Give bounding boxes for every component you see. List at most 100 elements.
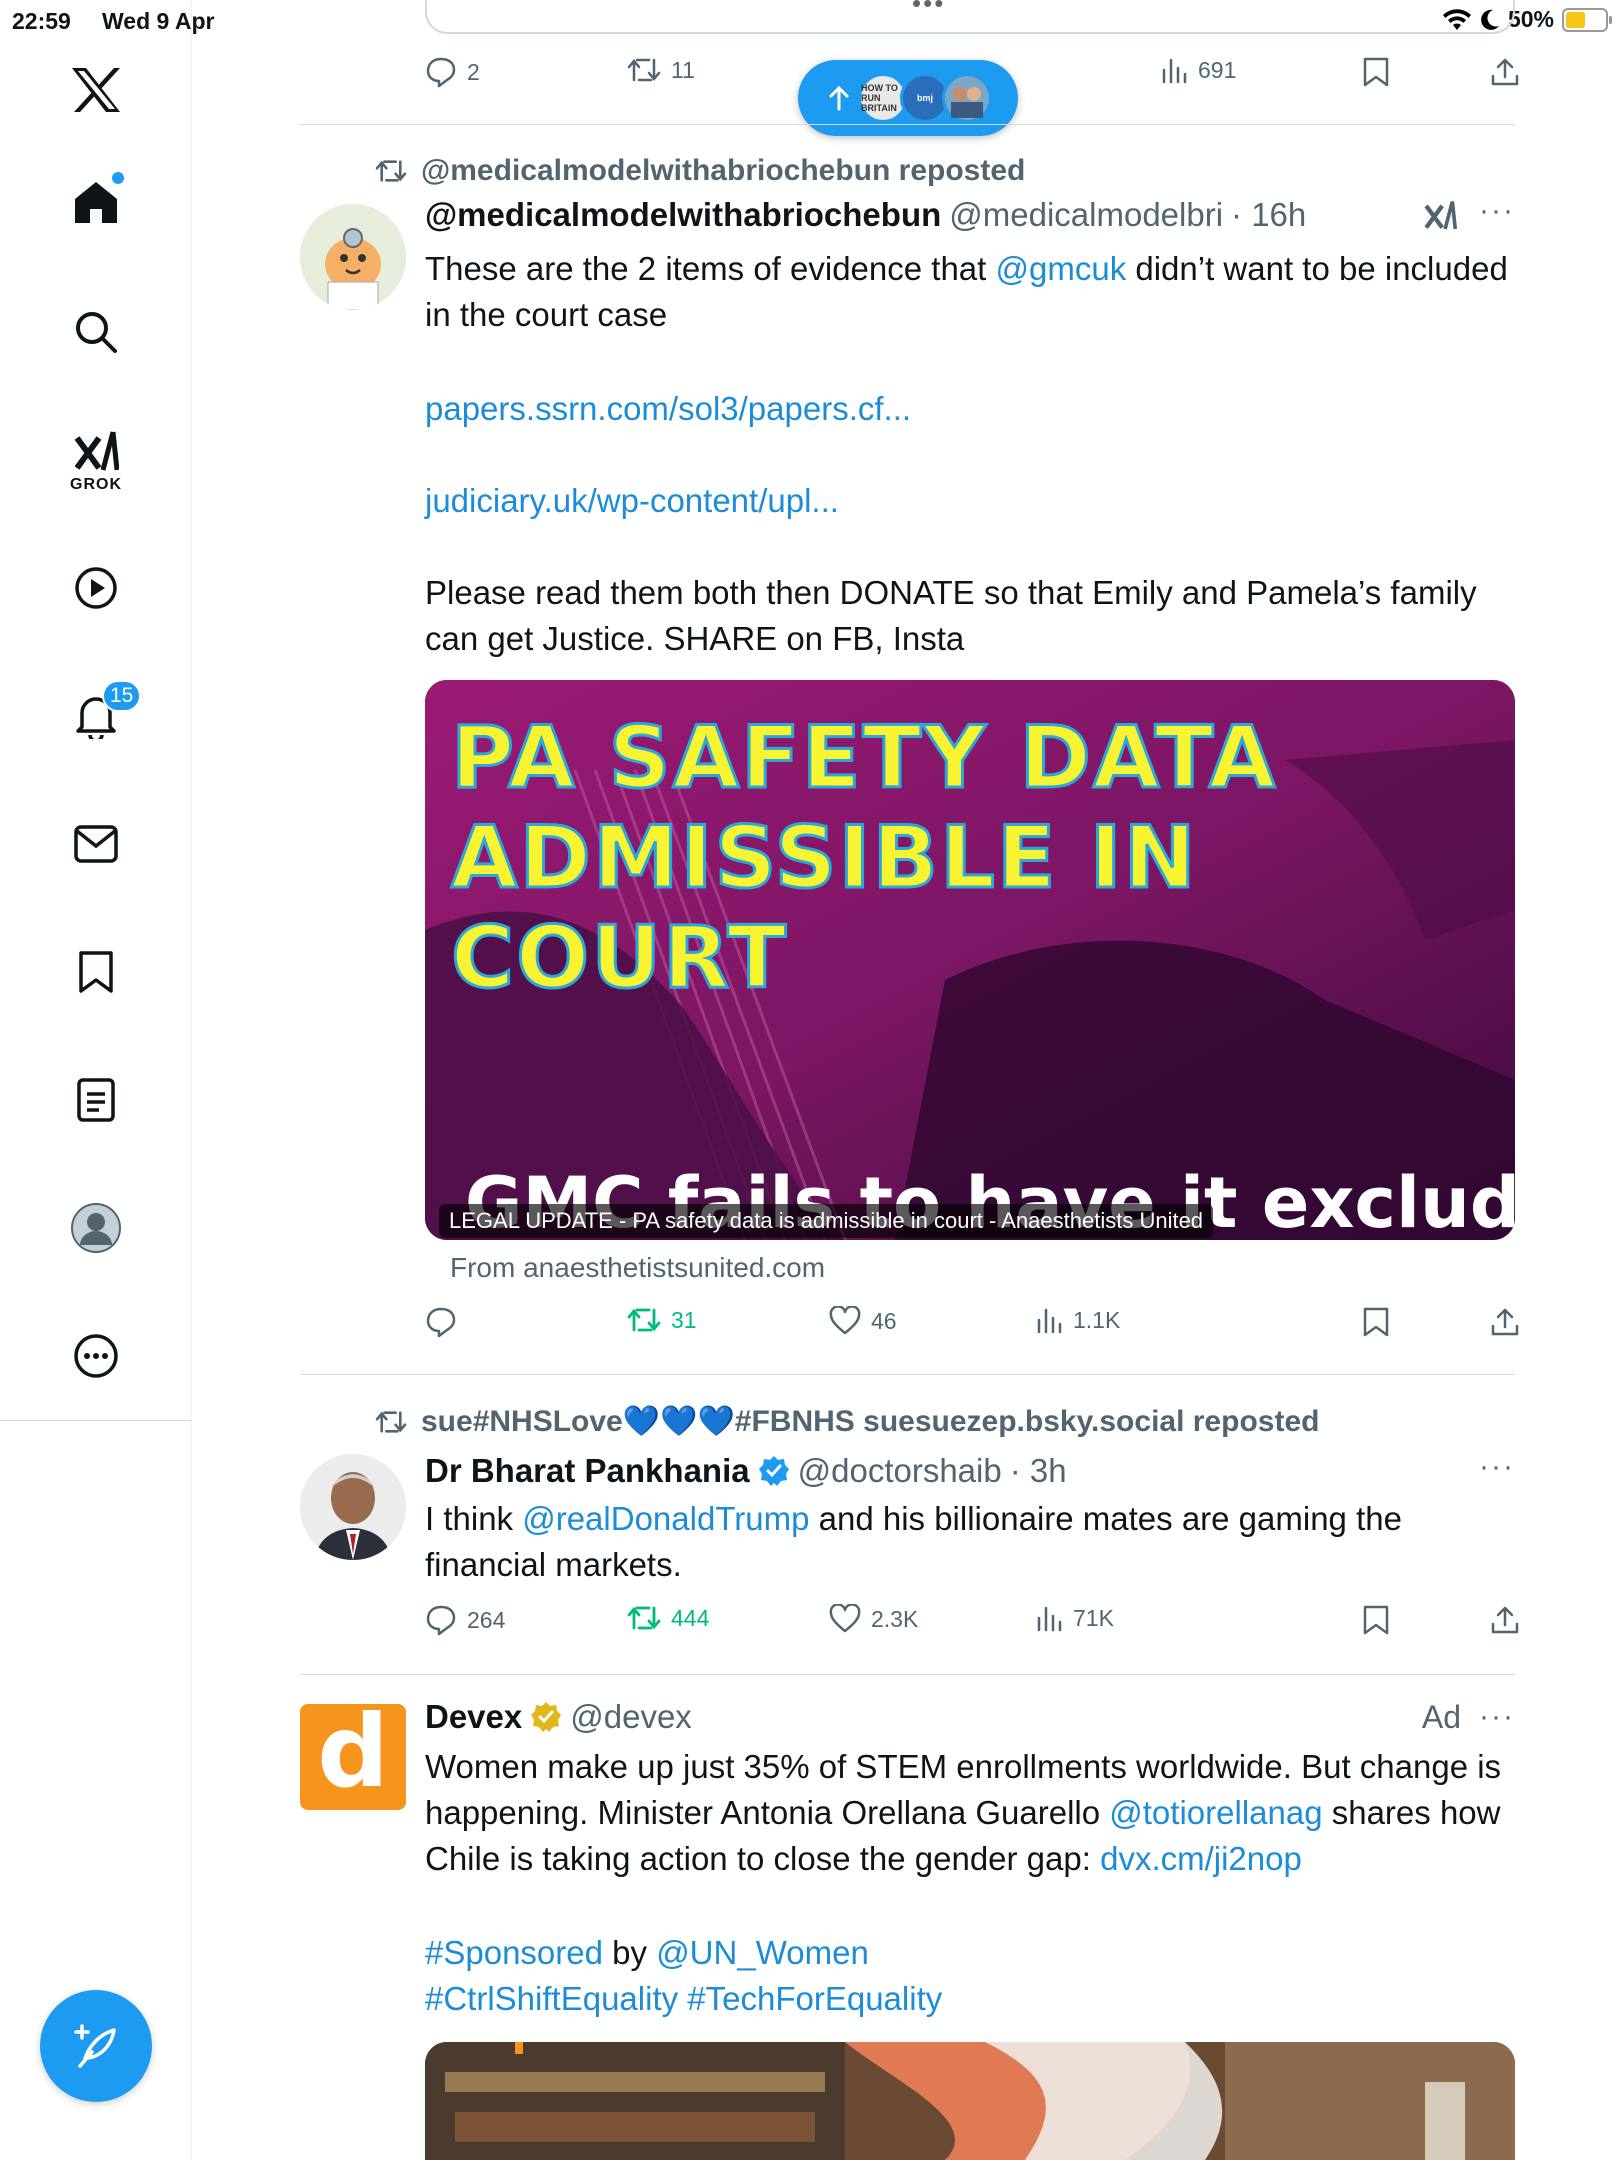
views-icon <box>1035 1604 1063 1632</box>
like-button[interactable]: 46 <box>829 1306 897 1336</box>
avatar[interactable]: d <box>300 1704 406 1810</box>
repost-icon <box>375 158 407 184</box>
reply-button[interactable] <box>425 1306 457 1338</box>
author-name[interactable]: @medicalmodelwithabriochebun <box>425 196 941 234</box>
pill-avatar-3 <box>942 73 992 123</box>
author-handle[interactable]: @medicalmodelbri <box>949 196 1223 234</box>
more-options-icon[interactable]: ··· <box>1479 194 1515 228</box>
repost-context: sue#NHSLove💙💙💙#FBNHS suesuezep.bsky.soci… <box>375 1404 1319 1439</box>
hashtag-link[interactable]: #Sponsored <box>425 1934 603 1971</box>
ad-media[interactable] <box>425 2042 1515 2160</box>
nav-home[interactable] <box>56 162 136 242</box>
repost-count: 444 <box>671 1604 710 1631</box>
more-circle-icon <box>73 1333 119 1379</box>
verified-gold-badge-icon <box>530 1701 562 1733</box>
repost-button[interactable]: 11 <box>627 56 695 84</box>
media-card[interactable]: PA SAFETY DATA ADMISSIBLE IN COURT GMC f… <box>425 680 1515 1240</box>
media-headline-1: PA SAFETY DATA <box>449 707 1278 810</box>
play-icon <box>74 566 118 610</box>
avatar-letter: d <box>317 1704 389 1810</box>
reply-icon <box>425 56 457 88</box>
like-count: 46 <box>871 1307 897 1334</box>
views-count: 691 <box>1198 56 1237 83</box>
repost-button[interactable]: 31 <box>627 1306 697 1334</box>
compose-button[interactable] <box>40 1990 152 2102</box>
tweet-text-part: These are the 2 items of evidence that <box>425 250 996 287</box>
hashtag-link[interactable]: #CtrlShiftEquality <box>425 1980 678 2017</box>
feather-plus-icon <box>72 2022 120 2070</box>
grok-icon[interactable] <box>1423 200 1457 232</box>
heart-icon <box>829 1604 861 1634</box>
author-handle[interactable]: @devex <box>570 1698 692 1736</box>
more-options-icon[interactable]: ··· <box>1479 1700 1515 1734</box>
author-handle[interactable]: @doctorshaib <box>798 1452 1002 1490</box>
tweet-time[interactable]: · 3h <box>1010 1452 1067 1490</box>
author-name[interactable]: Dr Bharat Pankhania <box>425 1452 750 1490</box>
x-logo-icon[interactable] <box>56 50 136 130</box>
like-button[interactable]: 2.3K <box>829 1604 918 1634</box>
nav-lists[interactable] <box>56 1060 136 1140</box>
quoted-card-partial: ••• <box>425 0 1515 34</box>
share-icon <box>1489 56 1521 88</box>
reply-count: 264 <box>467 1606 506 1633</box>
more-options-icon[interactable]: ··· <box>1479 1450 1515 1484</box>
reply-count: 2 <box>467 58 480 85</box>
author-name[interactable]: Devex <box>425 1698 522 1736</box>
bookmark-button[interactable] <box>1362 1604 1390 1636</box>
reply-button[interactable]: 2 <box>425 56 480 88</box>
repost-button[interactable]: 444 <box>627 1604 709 1632</box>
bookmark-button[interactable] <box>1362 1306 1390 1338</box>
views-button[interactable]: 1.1K <box>1035 1306 1120 1334</box>
nav-search[interactable] <box>56 292 136 372</box>
reply-button[interactable]: 264 <box>425 1604 505 1636</box>
repost-context-text: @medicalmodelwithabriochebun reposted <box>421 154 1026 187</box>
action-bar: 264 444 2.3K 71K <box>425 1604 1519 1648</box>
grok-icon <box>73 430 119 474</box>
verified-badge-icon <box>758 1455 790 1487</box>
tweet-text: I think @realDonaldTrump and his billion… <box>425 1496 1515 1588</box>
nav-video[interactable] <box>56 548 136 628</box>
url-link[interactable]: judiciary.uk/wp-content/upl... <box>425 482 839 519</box>
sidebar-divider <box>0 1420 192 1421</box>
share-button[interactable] <box>1489 56 1521 88</box>
mention-link[interactable]: @gmcuk <box>996 250 1127 287</box>
bookmark-icon <box>1362 1306 1390 1338</box>
nav-bookmarks[interactable] <box>56 932 136 1012</box>
tweet-header: Devex @devex Ad ··· <box>425 1698 1515 1736</box>
bookmark-icon <box>1362 1604 1390 1636</box>
share-icon <box>1489 1604 1521 1636</box>
nav-more[interactable] <box>56 1316 136 1396</box>
tweet-time[interactable]: · 16h <box>1231 196 1306 234</box>
tweet-text-part: I think <box>425 1500 523 1537</box>
media-caption: LEGAL UPDATE - PA safety data is admissi… <box>439 1204 1214 1238</box>
nav-messages[interactable] <box>56 804 136 884</box>
mention-link[interactable]: @realDonaldTrump <box>522 1500 809 1537</box>
search-icon <box>74 310 118 354</box>
ad-text: Ad <box>1421 1698 1462 1735</box>
tweet-divider <box>300 1374 1515 1375</box>
home-icon <box>73 179 119 225</box>
tweet-text-part: by <box>602 1934 657 1971</box>
heart-icon <box>829 1306 861 1336</box>
grok-label: GROK <box>70 476 122 493</box>
share-button[interactable] <box>1489 1604 1521 1636</box>
repost-icon <box>627 56 661 84</box>
nav-profile[interactable] <box>56 1188 136 1268</box>
views-button[interactable]: 691 <box>1160 56 1236 84</box>
hashtag-link[interactable]: #TechForEquality <box>687 1980 942 2017</box>
mention-link[interactable]: @totiorellanag <box>1109 1794 1322 1831</box>
bookmark-button[interactable] <box>1362 56 1390 88</box>
url-link[interactable]: papers.ssrn.com/sol3/papers.cf... <box>425 390 911 427</box>
views-button[interactable]: 71K <box>1035 1604 1114 1632</box>
repost-icon <box>375 1409 407 1435</box>
link-source[interactable]: From anaesthetistsunited.com <box>450 1252 825 1284</box>
url-link[interactable]: dvx.cm/ji2nop <box>1100 1840 1302 1877</box>
avatar[interactable] <box>300 1454 406 1560</box>
avatar[interactable] <box>300 204 406 310</box>
nav-notifications[interactable]: 15 <box>56 676 142 756</box>
nav-grok[interactable]: GROK <box>56 422 136 502</box>
reply-icon <box>425 1306 457 1338</box>
mention-link[interactable]: @UN_Women <box>656 1934 869 1971</box>
share-button[interactable] <box>1489 1306 1521 1338</box>
sidebar: GROK 15 <box>0 0 192 2160</box>
